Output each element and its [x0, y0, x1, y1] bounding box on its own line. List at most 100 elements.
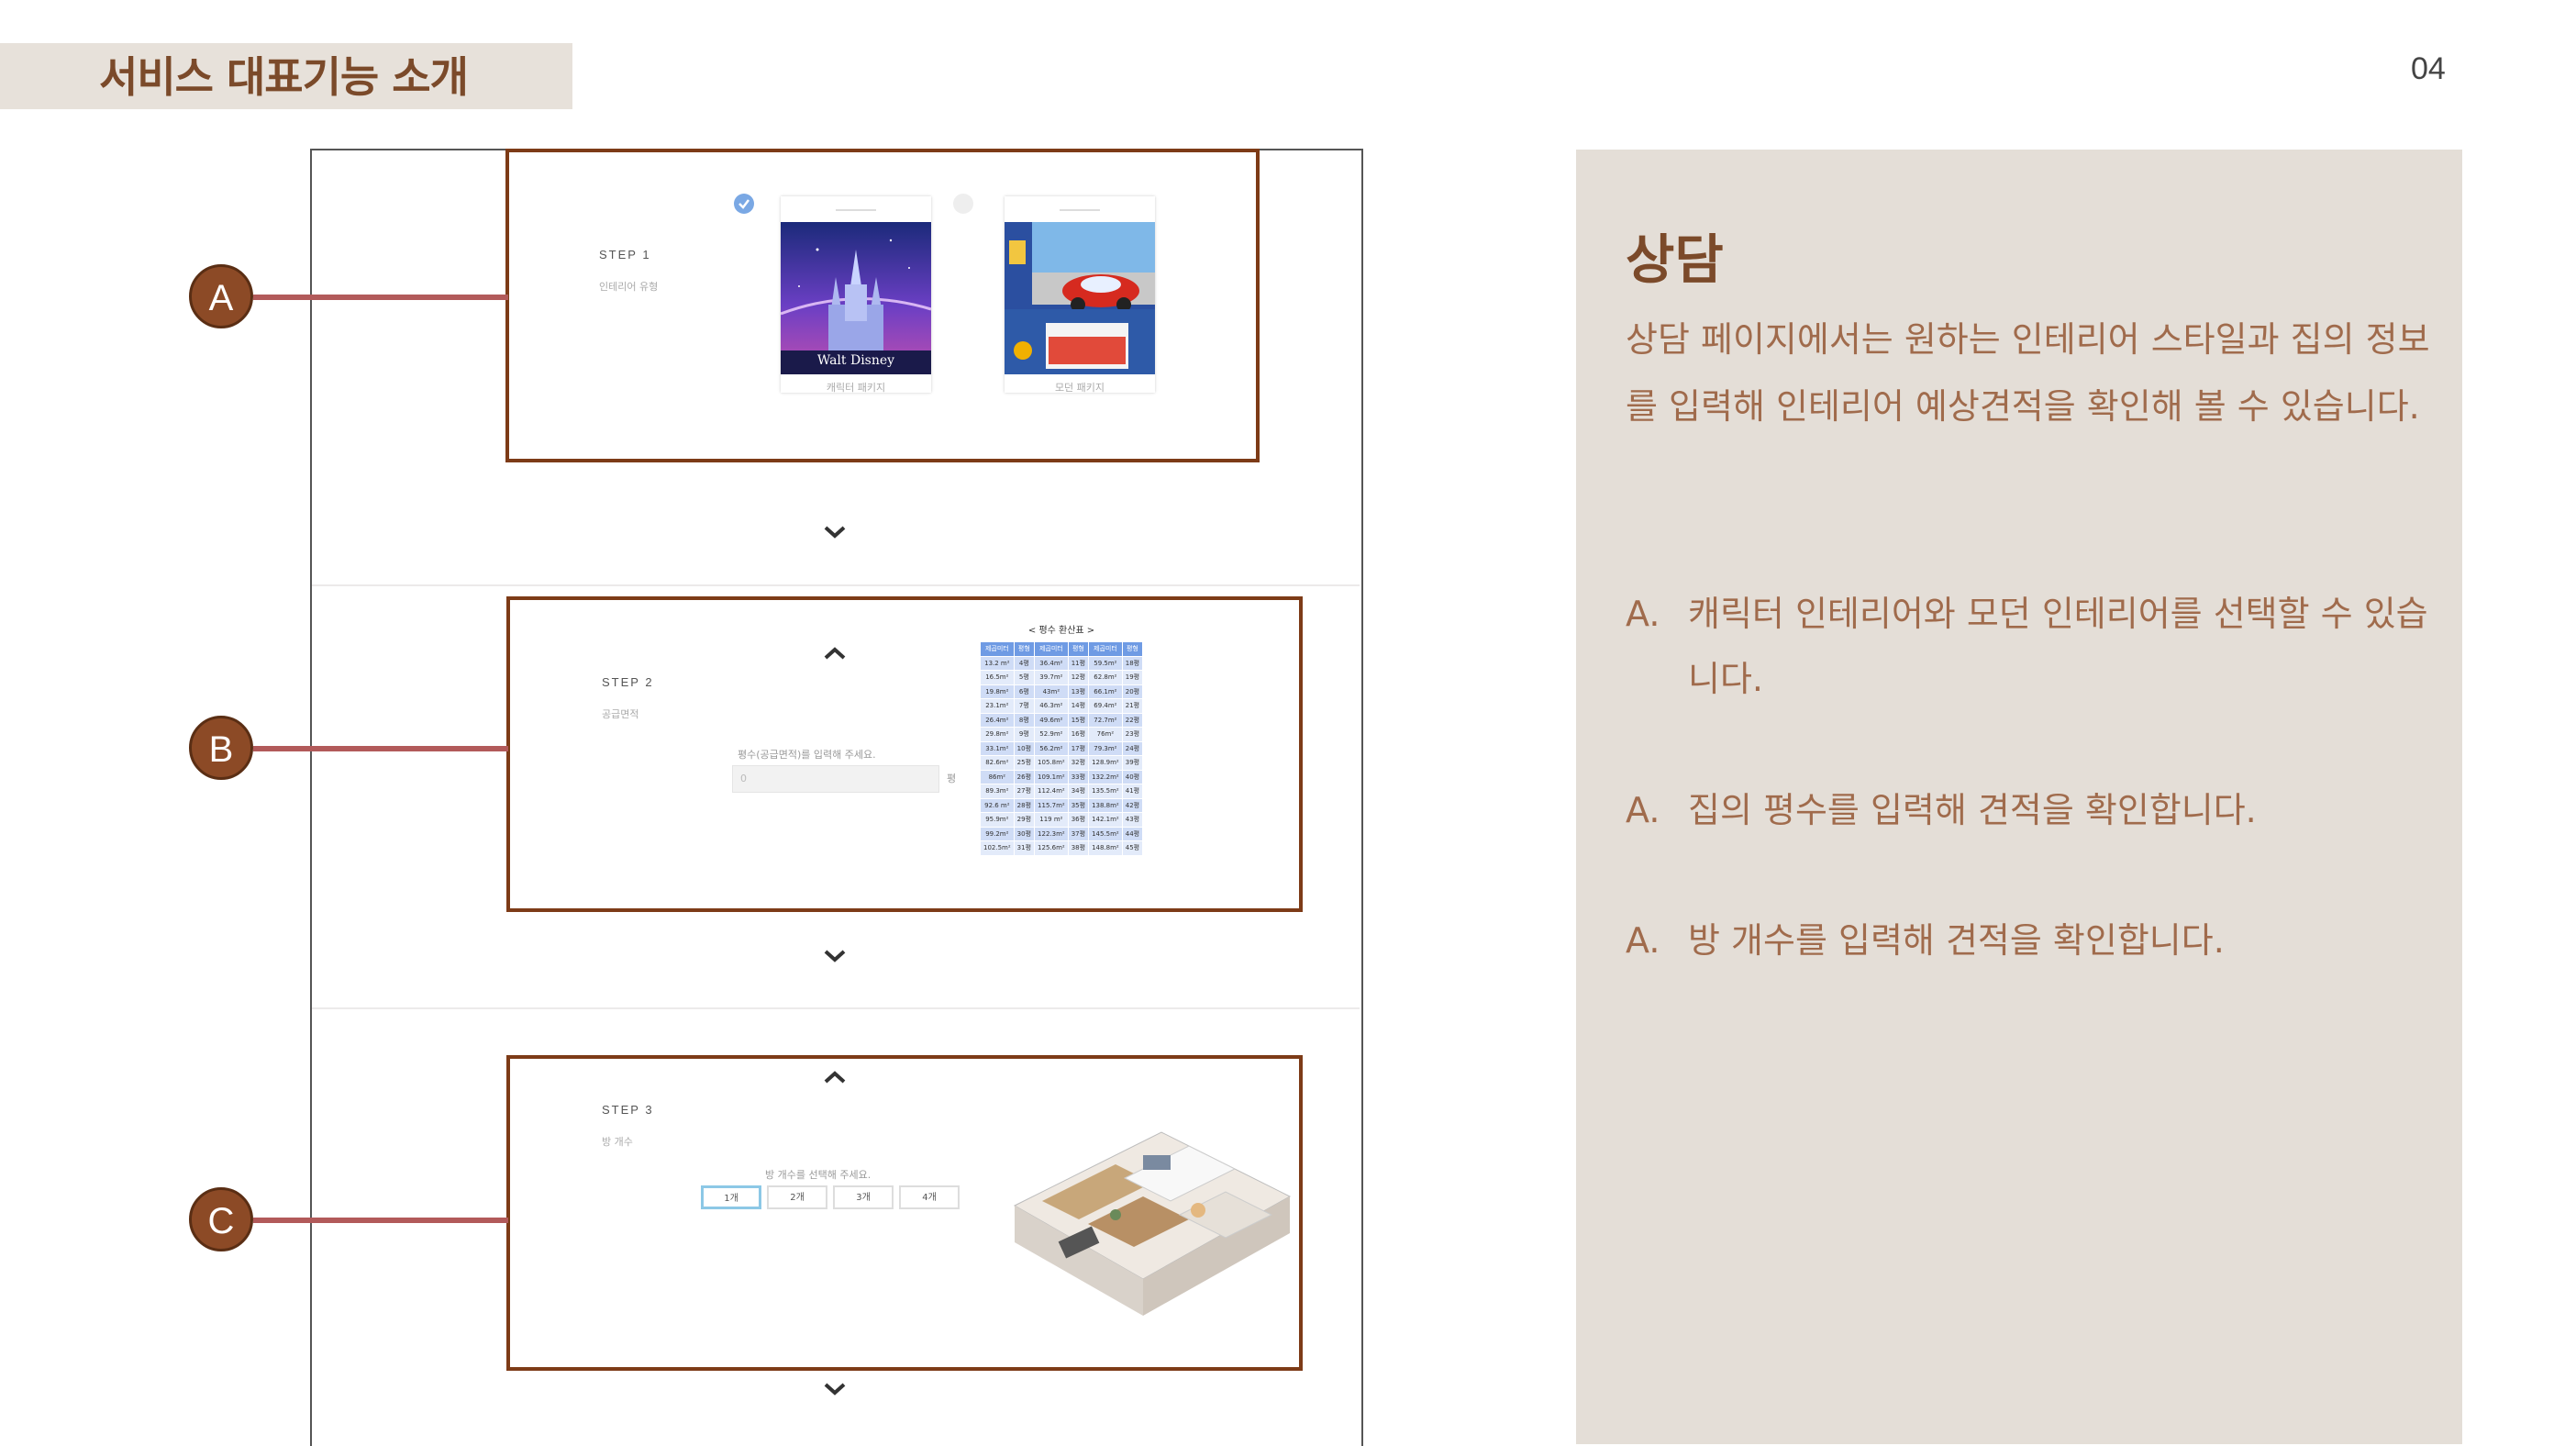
item-text: 방 개수를 입력해 견적을 확인합니다. — [1688, 920, 2225, 961]
table-cell: 138.8m² — [1088, 797, 1123, 813]
chevron-down-icon[interactable] — [822, 943, 848, 969]
table-cell: 40평 — [1121, 769, 1144, 784]
table-cell: 43평 — [1121, 812, 1144, 828]
item-label: A. — [1626, 790, 1660, 830]
table-cell: 122.3m² — [1034, 826, 1069, 841]
radio-modern-package[interactable] — [953, 194, 973, 214]
chevron-down-icon[interactable] — [822, 1376, 848, 1402]
page-title: 서비스 대표기능 소개 — [99, 52, 469, 102]
table-cell: 59.5m² — [1088, 655, 1123, 671]
table-cell: 105.8m² — [1034, 755, 1069, 771]
table-row: 92.6 m² 28평 115.7m² 35평 138.8m² 42평 — [980, 797, 1144, 813]
table-cell: 36.4m² — [1034, 655, 1069, 671]
table-cell: 10평 — [1013, 740, 1036, 756]
table-cell: 12평 — [1067, 670, 1090, 685]
table-cell: 44평 — [1121, 826, 1144, 841]
room-button-4[interactable]: 4개 — [899, 1185, 960, 1209]
table-cell: 32평 — [1067, 755, 1090, 771]
table-header-cell: 제곱미터 — [980, 641, 1015, 657]
option-label: 캐릭터 패키지 — [826, 382, 886, 394]
table-header-cell: 평형 — [1121, 641, 1144, 657]
option-label: 모던 패키지 — [1054, 382, 1105, 394]
table-cell: 45평 — [1121, 840, 1144, 856]
table-cell: 25평 — [1013, 755, 1036, 771]
table-cell: 9평 — [1013, 727, 1036, 742]
area-unit: 평 — [947, 773, 957, 784]
table-cell: 29.8m² — [980, 727, 1015, 742]
table-cell: 145.5m² — [1088, 826, 1123, 841]
table-cell: 27평 — [1013, 784, 1036, 799]
table-cell: 135.5m² — [1088, 784, 1123, 799]
table-cell: 49.6m² — [1034, 712, 1069, 728]
table-cell: 26.4m² — [980, 712, 1015, 728]
table-row: 29.8m² 9평 52.9m² 16평 76m² 23평 — [980, 727, 1144, 742]
table-cell: 62.8m² — [1088, 670, 1123, 685]
table-cell: 34평 — [1067, 784, 1090, 799]
table-cell: 109.1m² — [1034, 769, 1069, 784]
table-cell: 69.4m² — [1088, 698, 1123, 714]
table-cell: 148.8m² — [1088, 840, 1123, 856]
table-cell: 89.3m² — [980, 784, 1015, 799]
option-card-modern[interactable]: 모던 패키지 — [1005, 196, 1155, 394]
table-cell: 86m² — [980, 769, 1015, 784]
table-row: 23.1m² 7평 46.3m² 14평 69.4m² 21평 — [980, 698, 1144, 714]
panel-description: 상담 페이지에서는 원하는 인테리어 스타일과 집의 정보를 입력해 인테리어 … — [1626, 319, 2430, 427]
table-cell: 36평 — [1067, 812, 1090, 828]
table-cell: 95.9m² — [980, 812, 1015, 828]
step3-title: STEP 3 — [602, 1103, 654, 1117]
table-row: 82.6m² 25평 105.8m² 32평 128.9m² 39평 — [980, 755, 1144, 771]
room-button-2[interactable]: 2개 — [767, 1185, 827, 1209]
table-cell: 19.8m² — [980, 684, 1015, 699]
panel-item-b: A. 집의 평수를 입력해 견적을 확인합니다. — [1626, 778, 2433, 843]
step2-title: STEP 2 — [602, 675, 654, 689]
table-cell: 76m² — [1088, 727, 1123, 742]
area-input[interactable]: 0 — [732, 765, 939, 793]
marker-connector — [253, 746, 508, 751]
cars-room-image — [1005, 222, 1155, 374]
table-cell: 13.2 m² — [980, 655, 1015, 671]
table-cell: 19평 — [1121, 670, 1144, 685]
castle-image: Walt Disney — [781, 222, 931, 374]
table-row: 19.8m² 6평 43m² 13평 66.1m² 20평 — [980, 684, 1144, 699]
section-divider — [312, 584, 1360, 586]
panel-item-a: A. 캐릭터 인테리어와 모던 인테리어를 선택할 수 있습니다. — [1626, 582, 2433, 712]
table-cell: 8평 — [1013, 712, 1036, 728]
radio-character-package[interactable] — [734, 194, 754, 214]
table-cell: 46.3m² — [1034, 698, 1069, 714]
table-cell: 35평 — [1067, 797, 1090, 813]
table-cell: 42평 — [1121, 797, 1144, 813]
check-icon — [738, 199, 749, 209]
table-header-cell: 평형 — [1067, 641, 1090, 657]
table-cell: 15평 — [1067, 712, 1090, 728]
table-cell: 17평 — [1067, 740, 1090, 756]
area-input-hint: 평수(공급면적)를 입력해 주세요. — [738, 749, 876, 761]
table-cell: 31평 — [1013, 840, 1036, 856]
table-cell: 142.1m² — [1088, 812, 1123, 828]
table-cell: 66.1m² — [1088, 684, 1123, 699]
room-button-3[interactable]: 3개 — [833, 1185, 894, 1209]
room-button-1[interactable]: 1개 — [701, 1185, 761, 1209]
table-cell: 39평 — [1121, 755, 1144, 771]
table-cell: 92.6 m² — [980, 797, 1015, 813]
table-row: 16.5m² 5평 39.7m² 12평 62.8m² 19평 — [980, 670, 1144, 685]
table-cell: 79.3m² — [1088, 740, 1123, 756]
table-cell: 119 m² — [1034, 812, 1069, 828]
step1-subtitle: 인테리어 유형 — [599, 281, 659, 293]
table-cell: 26평 — [1013, 769, 1036, 784]
marker-connector — [253, 1218, 508, 1223]
table-row: 102.5m² 31평 125.6m² 38평 148.8m² 45평 — [980, 840, 1144, 856]
section-divider — [312, 1007, 1360, 1009]
conversion-table: 제곱미터 평형 제곱미터 평형 제곱미터 평형 13.2 m² 4평 36.4m² 11평 59.… — [980, 641, 1144, 856]
table-row: 86m² 26평 109.1m² 33평 132.2m² 40평 — [980, 769, 1144, 784]
room-count-hint: 방 개수를 선택해 주세요. — [765, 1169, 872, 1181]
table-cell: 5평 — [1013, 670, 1036, 685]
table-cell: 33평 — [1067, 769, 1090, 784]
table-header-cell: 제곱미터 — [1034, 641, 1069, 657]
option-card-character[interactable]: Walt Disney 캐릭터 패키지 — [781, 196, 931, 394]
item-text: 집의 평수를 입력해 견적을 확인합니다. — [1688, 790, 2257, 830]
chevron-up-icon[interactable] — [822, 640, 848, 666]
chevron-up-icon[interactable] — [822, 1064, 848, 1090]
table-row: 99.2m² 30평 122.3m² 37평 145.5m² 44평 — [980, 826, 1144, 841]
chevron-down-icon[interactable] — [822, 519, 848, 545]
step2-highlight-box: STEP 2 공급면적 평수(공급면적)를 입력해 주세요. 0 평 < 평수 … — [506, 596, 1303, 912]
